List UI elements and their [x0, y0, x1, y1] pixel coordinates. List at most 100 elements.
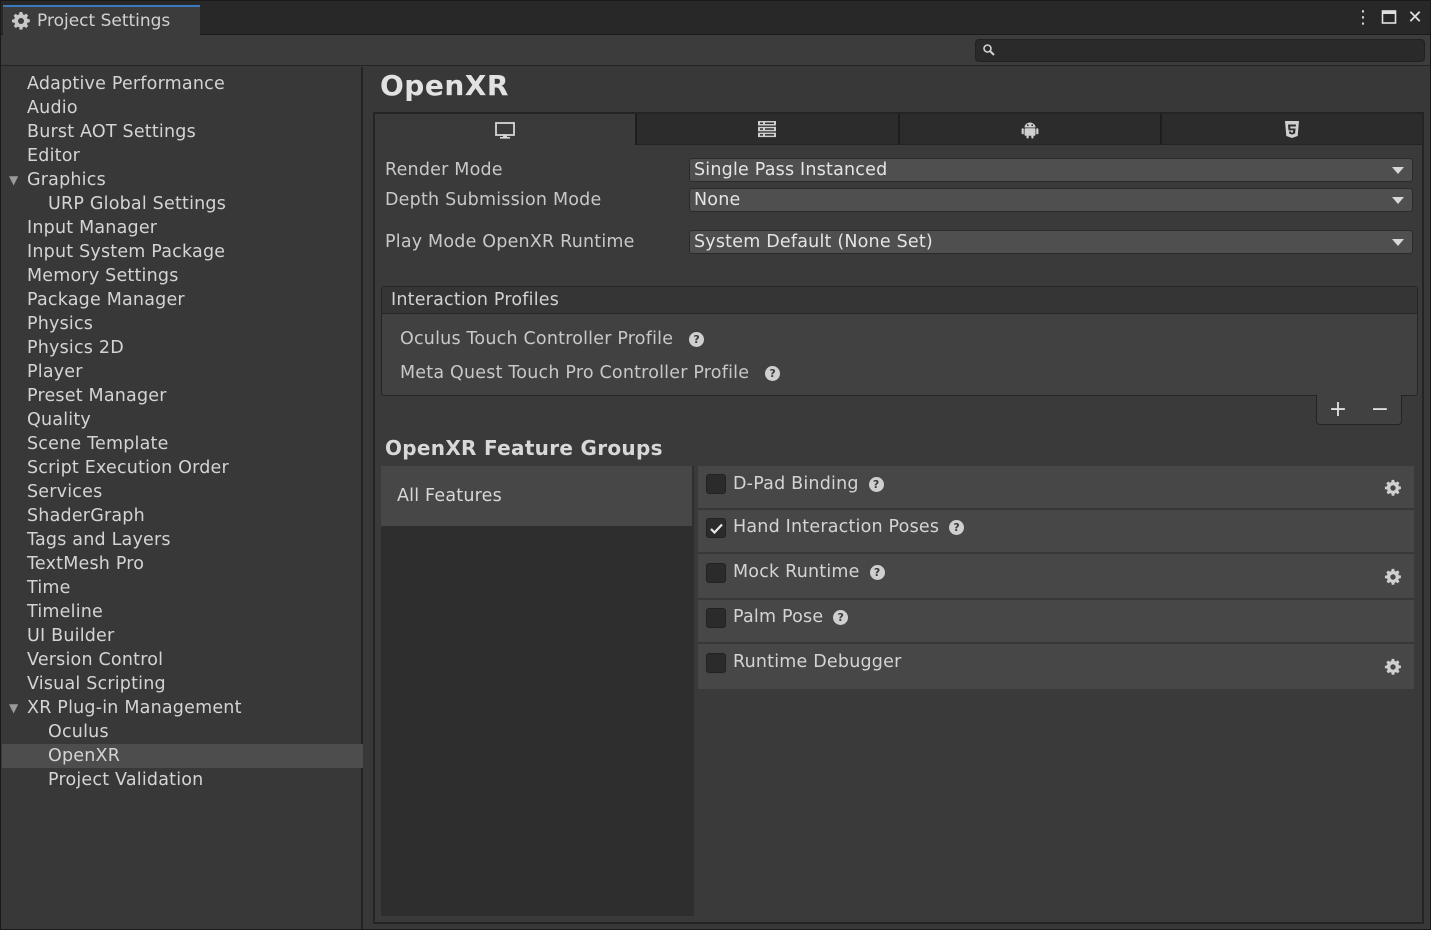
feature-checkbox[interactable]	[706, 474, 726, 494]
search-icon	[983, 44, 995, 56]
help-icon[interactable]: ?	[765, 365, 781, 381]
list-item[interactable]: Meta Quest Touch Pro Controller Profile …	[400, 363, 781, 383]
sidebar-item-time[interactable]: Time	[2, 576, 363, 600]
sidebar-item-label: Editor	[27, 146, 80, 166]
add-profile-button[interactable]: +	[1329, 397, 1347, 422]
gear-icon[interactable]	[1384, 568, 1402, 586]
sidebar-item-label: URP Global Settings	[48, 194, 227, 214]
interaction-profiles-list: Interaction Profiles Oculus Touch Contro…	[381, 286, 1418, 396]
sidebar-item-adaptive-performance[interactable]: Adaptive Performance	[2, 72, 363, 96]
sidebar-item-input-manager[interactable]: Input Manager	[2, 216, 363, 240]
search-input[interactable]	[1002, 41, 1417, 60]
sidebar-item-label: XR Plug-in Management	[27, 698, 242, 718]
android-icon	[1021, 122, 1039, 139]
sidebar-item-audio[interactable]: Audio	[2, 96, 363, 120]
expand-arrow-icon[interactable]: ▼	[9, 696, 18, 720]
window-tab[interactable]: Project Settings	[3, 5, 200, 35]
play-mode-runtime-label: Play Mode OpenXR Runtime	[385, 232, 635, 252]
maximize-icon[interactable]	[1380, 7, 1398, 27]
dropdown-arrow-icon	[1392, 239, 1404, 246]
desktop-icon	[495, 121, 516, 139]
feature-checkbox[interactable]	[706, 518, 726, 538]
feature-checkbox[interactable]	[706, 608, 726, 628]
sidebar-item-editor[interactable]: Editor	[2, 144, 363, 168]
sidebar-item-label: Physics	[27, 314, 94, 334]
help-icon[interactable]: ?	[949, 519, 965, 535]
play-mode-runtime-dropdown[interactable]: System Default (None Set)	[689, 230, 1413, 254]
gear-icon[interactable]	[1384, 658, 1402, 676]
sidebar-item-ui-builder[interactable]: UI Builder	[2, 624, 363, 648]
help-icon[interactable]: ?	[833, 609, 849, 625]
feature-groups-title: OpenXR Feature Groups	[385, 436, 663, 460]
depth-submission-label: Depth Submission Mode	[385, 190, 602, 210]
sidebar-item-player[interactable]: Player	[2, 360, 363, 384]
search-box[interactable]	[975, 39, 1425, 62]
gear-icon[interactable]	[1384, 479, 1402, 497]
sidebar-item-burst-aot[interactable]: Burst AOT Settings	[2, 120, 363, 144]
sidebar-item-label: Input System Package	[27, 242, 226, 262]
feature-label: Mock Runtime	[733, 562, 860, 582]
sidebar-item-version-control[interactable]: Version Control	[2, 648, 363, 672]
sidebar-item-label: Preset Manager	[27, 386, 167, 406]
depth-submission-dropdown[interactable]: None	[689, 188, 1413, 212]
sidebar-item-label: UI Builder	[27, 626, 115, 646]
sidebar-item-tags-and-layers[interactable]: Tags and Layers	[2, 528, 363, 552]
sidebar-item-xr-plugin-management[interactable]: ▼ XR Plug-in Management	[2, 696, 363, 720]
sidebar-item-urp-global-settings[interactable]: URP Global Settings	[2, 192, 363, 216]
help-icon[interactable]: ?	[868, 476, 884, 492]
close-icon[interactable]: ✕	[1406, 7, 1424, 28]
more-options-icon[interactable]: ⋮	[1354, 7, 1372, 28]
sidebar-item-memory-settings[interactable]: Memory Settings	[2, 264, 363, 288]
sidebar-item-quality[interactable]: Quality	[2, 408, 363, 432]
sidebar-item-label: Tags and Layers	[27, 530, 171, 550]
dropdown-arrow-icon	[1392, 197, 1404, 204]
settings-sidebar: Adaptive Performance Audio Burst AOT Set…	[2, 67, 363, 929]
sidebar-item-label: Audio	[27, 98, 78, 118]
feature-checkbox[interactable]	[706, 563, 726, 583]
help-icon[interactable]: ?	[869, 564, 885, 580]
sidebar-item-graphics[interactable]: ▼ Graphics	[2, 168, 363, 192]
tab-server[interactable]	[637, 114, 900, 145]
platform-tabs	[375, 114, 1422, 145]
sidebar-item-script-execution-order[interactable]: Script Execution Order	[2, 456, 363, 480]
sidebar-item-openxr[interactable]: OpenXR	[2, 744, 363, 768]
sidebar-item-textmesh-pro[interactable]: TextMesh Pro	[2, 552, 363, 576]
sidebar-item-label: Package Manager	[27, 290, 185, 310]
sidebar-item-label: Graphics	[27, 170, 106, 190]
tab-android[interactable]	[899, 114, 1162, 145]
group-item-all-features[interactable]: All Features	[381, 466, 692, 526]
feature-row-runtime-debugger: Runtime Debugger	[698, 644, 1414, 689]
help-icon[interactable]: ?	[689, 331, 705, 347]
sidebar-item-physics[interactable]: Physics	[2, 312, 363, 336]
sidebar-item-label: Memory Settings	[27, 266, 179, 286]
render-mode-dropdown[interactable]: Single Pass Instanced	[689, 158, 1413, 182]
list-item[interactable]: Oculus Touch Controller Profile ?	[400, 329, 705, 349]
expand-arrow-icon[interactable]: ▼	[9, 168, 18, 192]
sidebar-item-physics-2d[interactable]: Physics 2D	[2, 336, 363, 360]
sidebar-item-timeline[interactable]: Timeline	[2, 600, 363, 624]
sidebar-item-label: TextMesh Pro	[27, 554, 145, 574]
sidebar-item-label: Adaptive Performance	[27, 74, 225, 94]
feature-row-mock-runtime: Mock Runtime?	[698, 554, 1414, 600]
sidebar-item-visual-scripting[interactable]: Visual Scripting	[2, 672, 363, 696]
sidebar-item-shadergraph[interactable]: ShaderGraph	[2, 504, 363, 528]
feature-name: Hand Interaction Poses?	[733, 517, 965, 537]
window-controls: ⋮ ✕	[1354, 7, 1424, 28]
checkmark-icon	[710, 523, 723, 535]
sidebar-item-oculus[interactable]: Oculus	[2, 720, 363, 744]
sidebar-item-preset-manager[interactable]: Preset Manager	[2, 384, 363, 408]
sidebar-item-scene-template[interactable]: Scene Template	[2, 432, 363, 456]
remove-profile-button[interactable]: −	[1371, 397, 1389, 422]
sidebar-item-project-validation[interactable]: Project Validation	[2, 768, 363, 792]
tab-desktop[interactable]	[375, 114, 638, 145]
feature-checkbox[interactable]	[706, 653, 726, 673]
sidebar-item-package-manager[interactable]: Package Manager	[2, 288, 363, 312]
sidebar-item-input-system-package[interactable]: Input System Package	[2, 240, 363, 264]
sidebar-item-services[interactable]: Services	[2, 480, 363, 504]
tab-webgl[interactable]	[1161, 114, 1422, 145]
feature-row-palm-pose: Palm Pose?	[698, 600, 1414, 644]
sidebar-item-label: Services	[27, 482, 103, 502]
profile-label: Oculus Touch Controller Profile	[400, 329, 674, 349]
feature-label: Palm Pose	[733, 607, 824, 627]
sidebar-item-label: Burst AOT Settings	[27, 122, 196, 142]
